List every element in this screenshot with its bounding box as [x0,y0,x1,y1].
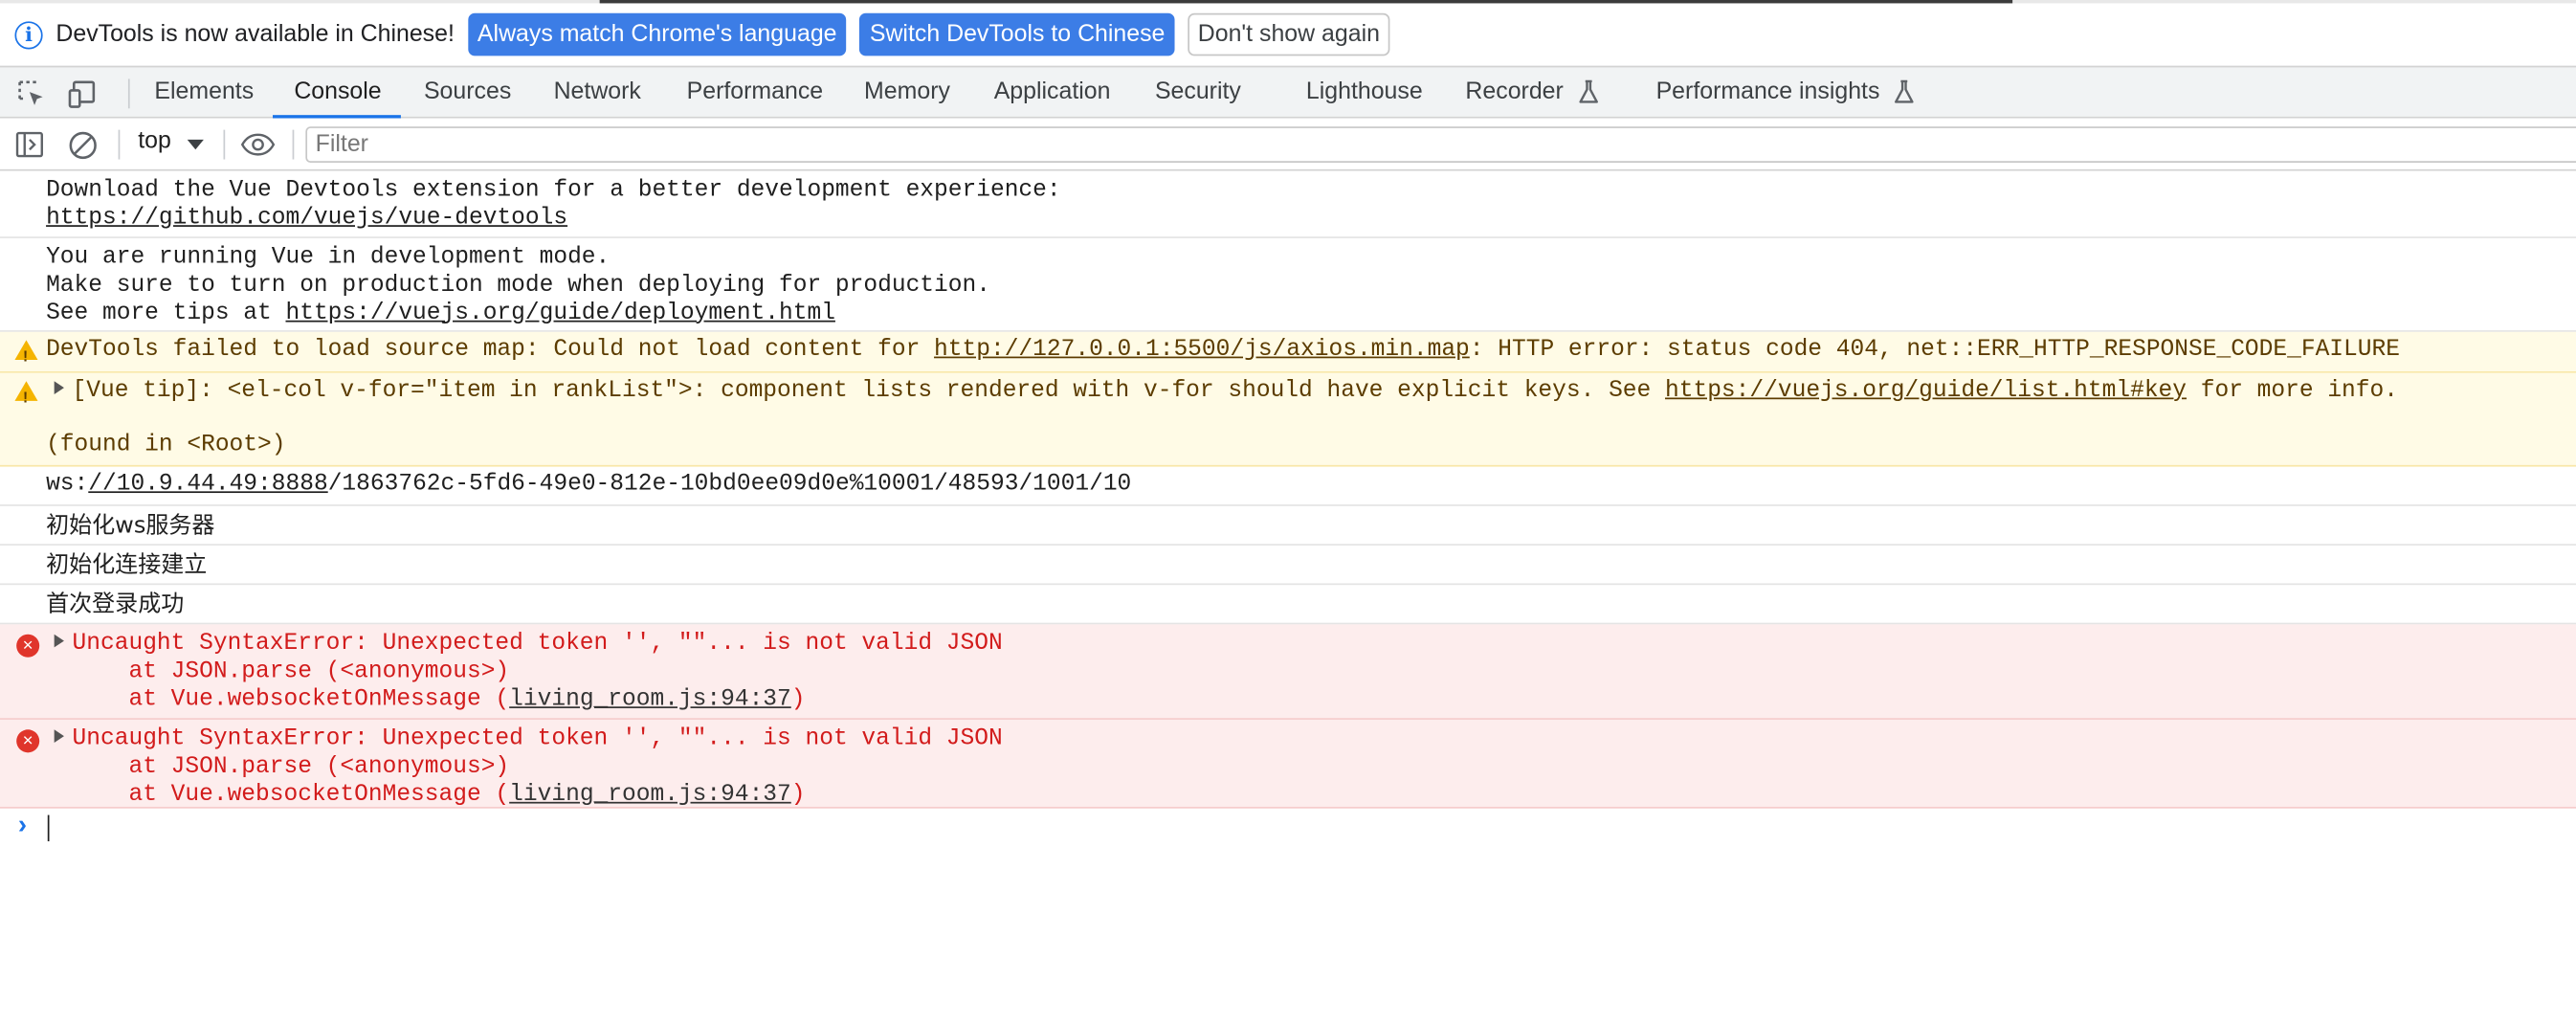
tabbar-separator [127,78,130,109]
source-link[interactable]: living_room.js:94:37 [509,686,791,712]
flask-icon [1578,80,1598,103]
devtools-tabbar: Elements Console Sources Network Perform… [0,65,2576,119]
source-link[interactable]: living_room.js:94:37 [509,782,791,808]
error-icon: × [16,729,40,753]
tab-network[interactable]: Network [554,67,641,118]
console-message: 初始化ws服务器 [0,506,2576,546]
tab-performance-insights[interactable]: Performance insights [1656,67,1917,118]
console-message: 首次登录成功 [0,585,2576,625]
match-language-button[interactable]: Always match Chrome's language [467,12,847,56]
message-text: You are running Vue in development mode.… [46,244,990,326]
tab-sources[interactable]: Sources [424,67,511,118]
context-selector[interactable]: top [138,128,171,154]
device-toggle-icon[interactable] [67,78,100,110]
eye-icon[interactable] [240,131,277,157]
message-text: [Vue tip]: <el-col v-for="item in rankLi… [54,378,2398,406]
message-text: 初始化连接建立 [46,551,208,579]
console-toolbar: top [0,118,2576,171]
message-link[interactable]: http://127.0.0.1:5500/js/axios.min.map [934,337,1470,363]
console-message: Download the Vue Devtools extension for … [0,171,2576,238]
language-infobar: i DevTools is now available in Chinese! … [0,0,2576,66]
tab-lighthouse[interactable]: Lighthouse [1306,67,1423,118]
error-icon: × [16,634,40,658]
tab-recorder[interactable]: Recorder [1465,67,1599,118]
message-link[interactable]: https://vuejs.org/guide/list.html#key [1665,378,2187,404]
tab-recorder-label: Recorder [1465,78,1564,105]
warning-icon: ! [14,340,38,365]
toolbar-separator [223,129,226,160]
console-prompt[interactable]: › [0,809,2576,848]
infobar-message: DevTools is now available in Chinese! [56,21,455,48]
sidebar-toggle-icon[interactable] [14,130,44,160]
error-message: × Uncaught SyntaxError: Unexpected token… [0,719,2576,809]
error-message: × Uncaught SyntaxError: Unexpected token… [0,624,2576,720]
inspect-element-icon[interactable] [14,78,47,110]
tab-performance[interactable]: Performance [687,67,824,118]
tab-elements[interactable]: Elements [154,67,254,118]
text-caret [47,814,50,842]
window-top-edge [599,0,2013,4]
console-message: 初始化连接建立 [0,546,2576,586]
tab-performance-insights-label: Performance insights [1655,78,1880,105]
message-text: 初始化ws服务器 [46,512,215,540]
message-text: at JSON.parse (<anonymous>) at Vue.webso… [72,754,806,809]
message-link[interactable]: //10.9.44.49:8888 [88,472,327,498]
expand-triangle-icon[interactable] [54,634,64,648]
chevron-down-icon[interactable] [187,139,204,150]
tab-application[interactable]: Application [994,67,1111,118]
expand-triangle-icon[interactable] [54,381,64,395]
toolbar-separator [292,129,295,160]
message-text: Uncaught SyntaxError: Unexpected token '… [54,631,1003,658]
warning-message: ! [Vue tip]: <el-col v-for="item in rank… [0,372,2576,467]
message-text: 首次登录成功 [46,591,185,618]
console-message: ws://10.9.44.49:8888/1863762c-5fd6-49e0-… [0,467,2576,506]
expand-triangle-icon[interactable] [54,729,64,744]
tab-console[interactable]: Console [294,67,381,118]
filter-input[interactable] [305,126,2576,163]
message-text: (found in <Root>) [46,432,286,458]
switch-chinese-button[interactable]: Switch DevTools to Chinese [859,12,1175,56]
tab-memory[interactable]: Memory [864,67,950,118]
toolbar-separator [118,129,121,160]
warning-icon: ! [14,381,38,406]
info-icon: i [14,20,43,49]
message-text: at JSON.parse (<anonymous>) at Vue.webso… [72,658,806,713]
tab-security[interactable]: Security [1155,67,1241,118]
clear-console-icon[interactable] [67,130,99,162]
console-message: You are running Vue in development mode.… [0,238,2576,332]
prompt-chevron-icon: › [17,812,28,840]
message-text: Uncaught SyntaxError: Unexpected token '… [54,726,1003,754]
message-text: DevTools failed to load source map: Coul… [46,336,2400,364]
warning-message: ! DevTools failed to load source map: Co… [0,331,2576,373]
flask-icon [1895,80,1915,103]
message-text: Download the Vue Devtools extension for … [46,177,1061,232]
dont-show-again-button[interactable]: Don't show again [1188,12,1390,56]
message-text: ws://10.9.44.49:8888/1863762c-5fd6-49e0-… [46,471,1132,499]
message-link[interactable]: https://github.com/vuejs/vue-devtools [46,205,567,231]
message-link[interactable]: https://vuejs.org/guide/deployment.html [285,300,834,325]
